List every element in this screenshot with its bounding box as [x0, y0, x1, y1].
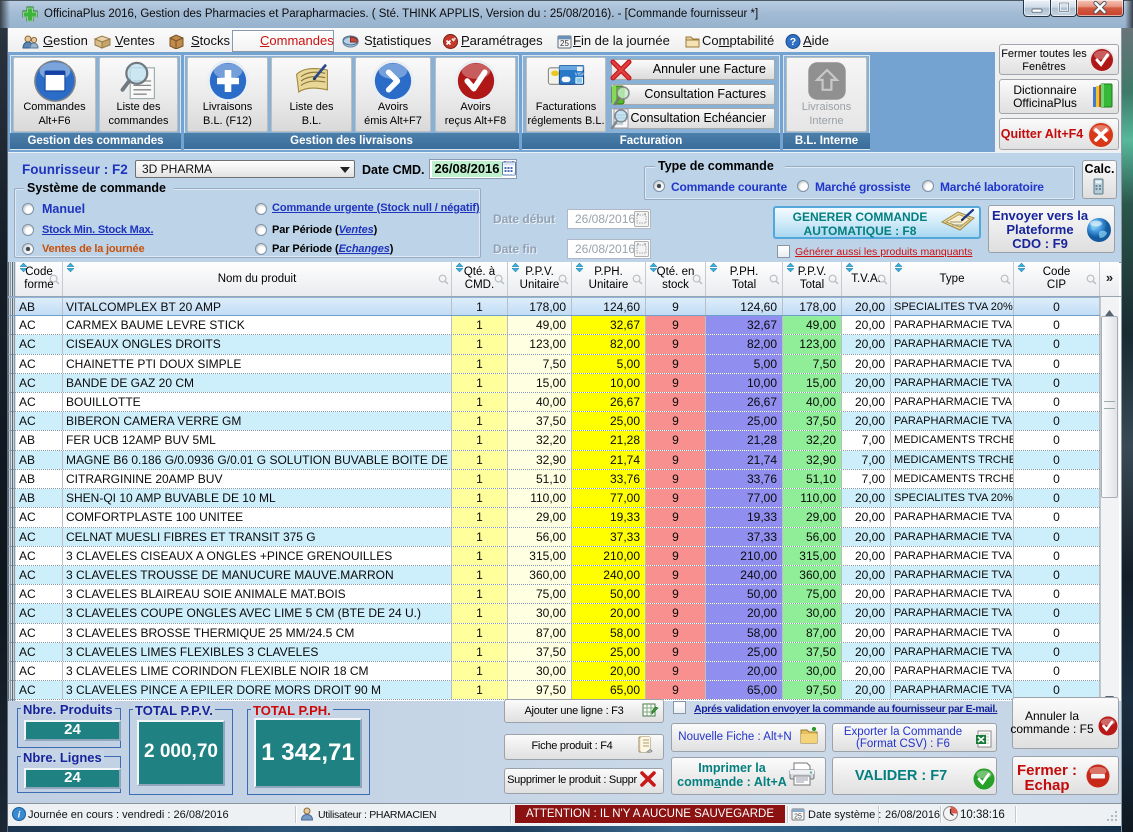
- svg-text:?: ?: [790, 36, 796, 48]
- svg-text:VISA: VISA: [575, 72, 585, 77]
- svg-text:25: 25: [560, 39, 569, 48]
- svg-text:25: 25: [794, 814, 802, 821]
